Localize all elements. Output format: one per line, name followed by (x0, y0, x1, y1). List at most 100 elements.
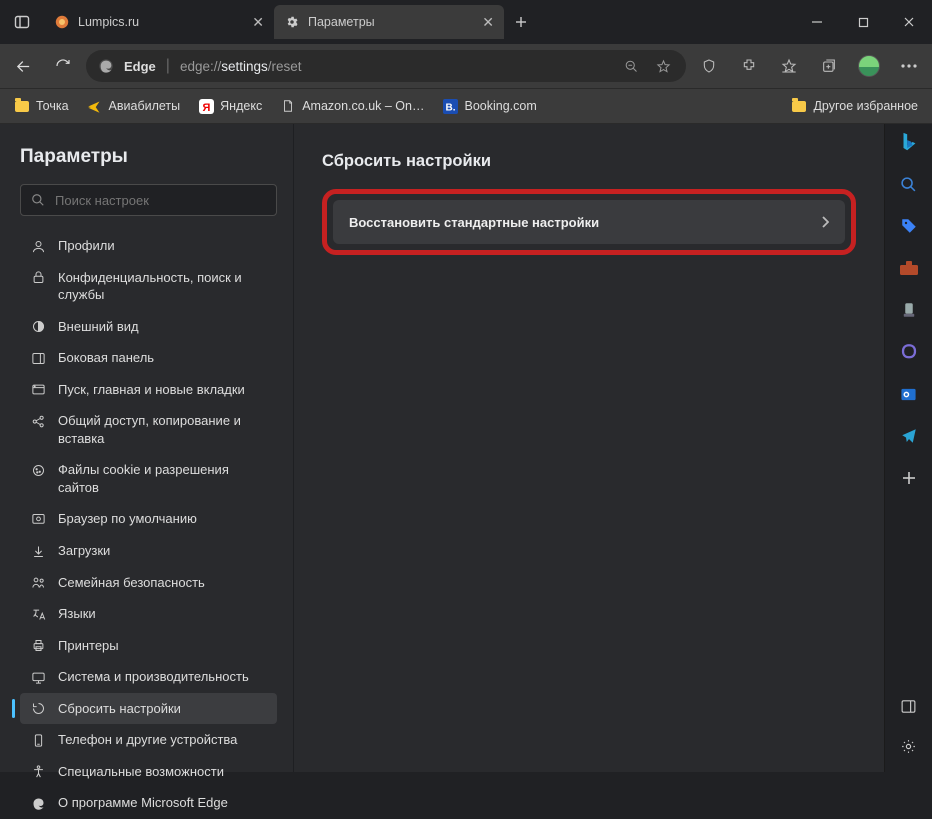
outlook-icon[interactable] (897, 382, 921, 406)
close-icon[interactable]: ✕ (482, 14, 494, 31)
sidebar-item-sidepanel[interactable]: Боковая панель (20, 342, 277, 374)
tracking-prevention-icon[interactable] (692, 49, 726, 83)
sidebar-item-label: Файлы cookie и разрешения сайтов (58, 461, 269, 496)
close-window-button[interactable] (886, 0, 932, 44)
new-tab-button[interactable] (504, 15, 538, 29)
bookmark-tochka[interactable]: Точка (14, 98, 69, 114)
sidebar-item-edge[interactable]: О программе Microsoft Edge (20, 787, 277, 819)
add-rail-button[interactable] (897, 466, 921, 490)
sidebar-item-label: Телефон и другие устройства (58, 731, 269, 749)
address-bar[interactable]: Edge | edge://settings/reset (86, 50, 686, 82)
sidebar-item-label: Браузер по умолчанию (58, 510, 269, 528)
sidebar-item-profile[interactable]: Профили (20, 230, 277, 262)
separator: | (166, 57, 170, 75)
sidebar-item-printer[interactable]: Принтеры (20, 630, 277, 662)
bookmark-booking[interactable]: B. Booking.com (442, 98, 536, 114)
microsoft365-icon[interactable] (897, 340, 921, 364)
bookmark-amazon[interactable]: Amazon.co.uk – On… (280, 98, 424, 114)
back-button[interactable] (6, 49, 40, 83)
svg-text:B.: B. (445, 102, 455, 113)
games-icon[interactable] (897, 298, 921, 322)
sidebar-item-phone[interactable]: Телефон и другие устройства (20, 724, 277, 756)
refresh-button[interactable] (46, 49, 80, 83)
bookmark-aviabilety[interactable]: Авиабилеты (87, 98, 181, 114)
collections-icon[interactable] (812, 49, 846, 83)
tab-title: Параметры (308, 15, 474, 29)
tab-title: Lumpics.ru (78, 15, 244, 29)
sidebar-item-label: Внешний вид (58, 318, 269, 336)
sidebar-item-cookie[interactable]: Файлы cookie и разрешения сайтов (20, 454, 277, 503)
window-controls (794, 0, 932, 44)
minimize-button[interactable] (794, 0, 840, 44)
telegram-icon[interactable] (897, 424, 921, 448)
bookmark-label: Точка (36, 99, 69, 113)
sidebar-title: Параметры (20, 146, 277, 168)
sidebar-item-default[interactable]: Браузер по умолчанию (20, 503, 277, 535)
bing-icon[interactable] (897, 130, 921, 154)
shopping-tag-icon[interactable] (897, 214, 921, 238)
sidebar-item-appearance[interactable]: Внешний вид (20, 311, 277, 343)
workspace: Параметры Профили Конфиденциальность, пои… (0, 124, 932, 772)
family-icon (30, 575, 46, 591)
sidebar-item-download[interactable]: Загрузки (20, 535, 277, 567)
sidebar-item-reset[interactable]: Сбросить настройки (20, 693, 277, 725)
settings-search[interactable] (20, 184, 277, 216)
bookmark-other[interactable]: Другое избранное (791, 98, 918, 114)
search-rail-icon[interactable] (897, 172, 921, 196)
gear-icon (284, 14, 300, 30)
sidebar-item-family[interactable]: Семейная безопасность (20, 567, 277, 599)
bookmark-label: Booking.com (464, 99, 536, 113)
close-icon[interactable]: ✕ (252, 14, 264, 31)
maximize-button[interactable] (840, 0, 886, 44)
system-icon (30, 669, 46, 685)
favorites-icon[interactable] (772, 49, 806, 83)
sidebar-item-home[interactable]: Пуск, главная и новые вкладки (20, 374, 277, 406)
vertical-tabs-button[interactable] (0, 0, 44, 44)
settings-main: Сбросить настройки Восстановить стандарт… (294, 124, 884, 772)
search-input[interactable] (55, 193, 266, 208)
download-icon (30, 543, 46, 559)
tools-icon[interactable] (897, 256, 921, 280)
sidebar-item-label: Общий доступ, копирование и вставка (58, 412, 269, 447)
favorite-icon[interactable] (652, 59, 674, 74)
plane-icon (87, 98, 103, 114)
toggle-sidebar-icon[interactable] (897, 694, 921, 718)
sidebar-item-lock[interactable]: Конфиденциальность, поиск и службы (20, 262, 277, 311)
restore-defaults-button[interactable]: Восстановить стандартные настройки (333, 200, 845, 244)
settings-sidebar: Параметры Профили Конфиденциальность, пои… (0, 124, 294, 772)
yandex-icon: Я (198, 98, 214, 114)
bookmarks-bar: Точка Авиабилеты Я Яндекс Amazon.co.uk – … (0, 88, 932, 124)
search-icon (31, 193, 45, 207)
home-icon (30, 382, 46, 398)
printer-icon (30, 638, 46, 654)
svg-text:Я: Я (202, 102, 210, 114)
phone-icon (30, 732, 46, 748)
zoom-icon[interactable] (620, 59, 642, 74)
extensions-icon[interactable] (732, 49, 766, 83)
bookmark-label: Amazon.co.uk – On… (302, 99, 424, 113)
appearance-icon (30, 319, 46, 335)
profile-avatar[interactable] (852, 49, 886, 83)
sidebar-item-lang[interactable]: Языки (20, 598, 277, 630)
bookmark-yandex[interactable]: Я Яндекс (198, 98, 262, 114)
sidebar-item-system[interactable]: Система и производительность (20, 661, 277, 693)
folder-icon (791, 98, 807, 114)
bookmark-label: Авиабилеты (109, 99, 181, 113)
edge-logo-icon (98, 58, 114, 74)
edge-icon (30, 795, 46, 811)
sidebar-item-label: Языки (58, 605, 269, 623)
bookmark-label: Яндекс (220, 99, 262, 113)
tab-settings[interactable]: Параметры ✕ (274, 5, 504, 39)
sidebar-item-label: Боковая панель (58, 349, 269, 367)
sidebar-item-share[interactable]: Общий доступ, копирование и вставка (20, 405, 277, 454)
sidebar-settings-icon[interactable] (897, 734, 921, 758)
url-text: edge://settings/reset (180, 59, 610, 74)
more-menu-button[interactable] (892, 49, 926, 83)
reset-icon (30, 701, 46, 717)
sidepanel-icon (30, 350, 46, 366)
folder-icon (14, 98, 30, 114)
tab-lumpics[interactable]: Lumpics.ru ✕ (44, 5, 274, 39)
sidebar-item-label: Конфиденциальность, поиск и службы (58, 269, 269, 304)
bookmark-label: Другое избранное (813, 99, 918, 113)
sidebar-item-label: Принтеры (58, 637, 269, 655)
